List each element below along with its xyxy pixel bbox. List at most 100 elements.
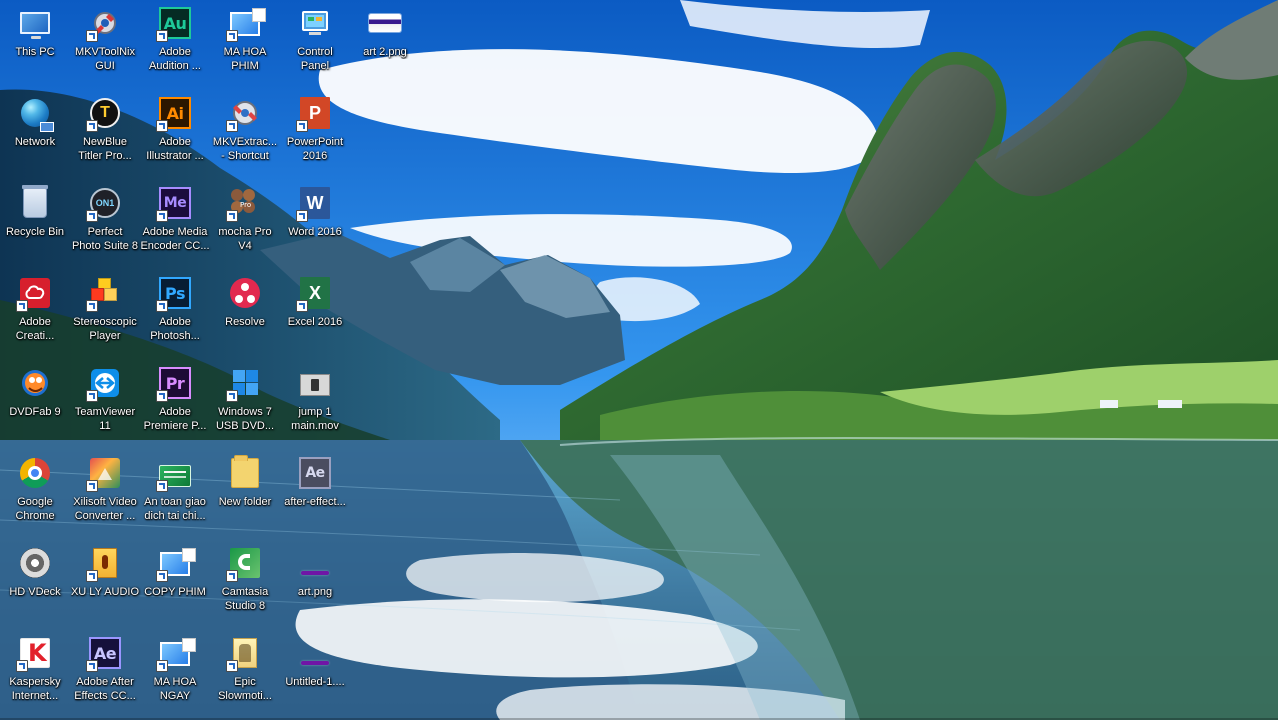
icon-label: Adobe Creati... xyxy=(15,316,55,342)
desktop-icon-xilisoft[interactable]: Xilisoft Video Converter ... xyxy=(70,450,140,540)
desktop-icon-adobe-audition[interactable]: Au Adobe Audition ... xyxy=(140,0,210,90)
desktop-icon-ma-hoa-ngay[interactable]: MA HOA NGAY xyxy=(140,630,210,720)
icon-label: Adobe Illustrator ... xyxy=(146,136,204,162)
empty-grid-cell xyxy=(350,90,420,180)
desktop-icon-dvdfab[interactable]: DVDFab 9 xyxy=(0,360,70,450)
icon-label: NewBlue Titler Pro... xyxy=(78,136,132,162)
desktop-icon-word[interactable]: W Word 2016 xyxy=(280,180,350,270)
desktop-icon-copy-phim[interactable]: COPY PHIM xyxy=(140,540,210,630)
desktop-icon-hd-vdeck[interactable]: HD VDeck xyxy=(0,540,70,630)
desktop-icon-adobe-after-effects[interactable]: Ae Adobe After Effects CC... xyxy=(70,630,140,720)
desktop-icon-after-effects-file[interactable]: Ae after-effect... xyxy=(280,450,350,540)
adobe-after-effects-icon: Ae xyxy=(86,636,122,672)
control-panel-icon xyxy=(298,6,332,40)
desktop-icon-google-chrome[interactable]: Google Chrome xyxy=(0,450,70,540)
desktop-icon-xu-ly-audio[interactable]: XU LY AUDIO xyxy=(70,540,140,630)
desktop-icon-teamviewer[interactable]: TeamViewer 11 xyxy=(70,360,140,450)
icon-label: XU LY AUDIO xyxy=(70,586,140,598)
desktop-icon-this-pc[interactable]: This PC xyxy=(0,0,70,90)
desktop-icon-camtasia[interactable]: Camtasia Studio 8 xyxy=(210,540,280,630)
icon-label: Control Panel xyxy=(297,46,333,72)
png-file-thin-icon xyxy=(298,636,332,670)
desktop-icon-grid: This PC MKVToolNix GUI Au Adobe Audition… xyxy=(0,0,420,720)
desktop-icon-new-folder[interactable]: New folder xyxy=(210,450,280,540)
desktop-icon-powerpoint[interactable]: P PowerPoint 2016 xyxy=(280,90,350,180)
windows-usb-icon xyxy=(226,366,262,402)
folder-icon xyxy=(228,455,262,490)
desktop-icon-bank-security[interactable]: An toan giao dich tai chi... xyxy=(140,450,210,540)
windows-desktop[interactable]: This PC MKVToolNix GUI Au Adobe Audition… xyxy=(0,0,1278,720)
empty-grid-cell xyxy=(350,180,420,270)
icon-label: jump 1 main.mov xyxy=(291,406,339,432)
mkvtoolnix-icon xyxy=(86,6,122,42)
empty-grid-cell xyxy=(350,630,420,720)
empty-grid-cell xyxy=(350,450,420,540)
desktop-icon-adobe-illustrator[interactable]: Ai Adobe Illustrator ... xyxy=(140,90,210,180)
desktop-icon-excel[interactable]: X Excel 2016 xyxy=(280,270,350,360)
bank-security-icon xyxy=(156,456,192,492)
network-icon xyxy=(18,96,54,132)
desktop-icon-perfect-photo-suite[interactable]: ON1 Perfect Photo Suite 8 xyxy=(70,180,140,270)
mocha-pro-icon: Pro xyxy=(226,186,262,222)
this-pc-icon xyxy=(18,6,52,40)
desktop-icon-kaspersky[interactable]: Kaspersky Internet... xyxy=(0,630,70,720)
icon-label: Xilisoft Video Converter ... xyxy=(73,496,137,522)
mkvextract-icon xyxy=(226,96,262,132)
desktop-icon-resolve[interactable]: Resolve xyxy=(210,270,280,360)
icon-label: Adobe Photosh... xyxy=(150,316,200,342)
desktop-icon-epic-slowmotion[interactable]: Epic Slowmoti... xyxy=(210,630,280,720)
icon-label: Kaspersky Internet... xyxy=(9,676,61,702)
icon-label: Stereoscopic Player xyxy=(73,316,137,342)
icon-label: MKVExtrac... - Shortcut xyxy=(212,136,278,162)
icon-label: Perfect Photo Suite 8 xyxy=(71,226,139,252)
icon-label: HD VDeck xyxy=(9,586,61,598)
icon-label: This PC xyxy=(15,46,55,58)
desktop-icon-recycle-bin[interactable]: Recycle Bin xyxy=(0,180,70,270)
icon-label: after-effect... xyxy=(284,496,346,508)
desktop-icon-jump-video[interactable]: jump 1 main.mov xyxy=(280,360,350,450)
icon-label: MA HOA PHIM xyxy=(223,46,267,72)
desktop-icon-control-panel[interactable]: Control Panel xyxy=(280,0,350,90)
desktop-icon-newblue-titler[interactable]: T NewBlue Titler Pro... xyxy=(70,90,140,180)
icon-label: An toan giao dich tai chi... xyxy=(144,496,206,522)
icon-label: Google Chrome xyxy=(15,496,55,522)
adobe-creative-cloud-icon xyxy=(16,276,52,312)
icon-label: art.png xyxy=(297,586,333,598)
icon-label: Excel 2016 xyxy=(287,316,343,328)
desktop-icon-ma-hoa-phim[interactable]: MA HOA PHIM xyxy=(210,0,280,90)
icon-label: Adobe After Effects CC... xyxy=(74,676,136,702)
empty-grid-cell xyxy=(350,360,420,450)
icon-label: Recycle Bin xyxy=(5,226,65,238)
svg-text:Pro: Pro xyxy=(240,201,251,209)
desktop-icon-adobe-premiere[interactable]: Pr Adobe Premiere P... xyxy=(140,360,210,450)
newblue-titler-icon: T xyxy=(86,96,122,132)
icon-label: Epic Slowmoti... xyxy=(218,676,272,702)
perfect-photo-suite-icon: ON1 xyxy=(86,186,122,222)
adobe-audition-icon: Au xyxy=(156,6,192,42)
icon-label: COPY PHIM xyxy=(144,586,206,598)
empty-grid-cell xyxy=(350,540,420,630)
desktop-icon-art-png[interactable]: art.png xyxy=(280,540,350,630)
desktop-icon-mocha-pro[interactable]: Pro mocha Pro V4 xyxy=(210,180,280,270)
desktop-icon-adobe-creative-cloud[interactable]: Adobe Creati... xyxy=(0,270,70,360)
recycle-bin-icon xyxy=(18,185,52,220)
desktop-icon-adobe-photoshop[interactable]: Ps Adobe Photosh... xyxy=(140,270,210,360)
desktop-icon-mkvtoolnix[interactable]: MKVToolNix GUI xyxy=(70,0,140,90)
teamviewer-icon xyxy=(86,366,122,402)
adobe-premiere-icon: Pr xyxy=(156,366,192,402)
stereoscopic-player-icon xyxy=(86,276,122,312)
desktop-icon-stereoscopic-player[interactable]: Stereoscopic Player xyxy=(70,270,140,360)
icon-label: Camtasia Studio 8 xyxy=(221,586,269,612)
desktop-icon-windows-usb-dvd[interactable]: Windows 7 USB DVD... xyxy=(210,360,280,450)
desktop-icon-untitled-1[interactable]: Untitled-1.... xyxy=(280,630,350,720)
icon-label: Adobe Premiere P... xyxy=(143,406,207,432)
desktop-icon-art-2-png[interactable]: art 2.png xyxy=(350,0,420,90)
desktop-icon-mkvextract[interactable]: MKVExtrac... - Shortcut xyxy=(210,90,280,180)
icon-label: Adobe Media Encoder CC... xyxy=(140,226,210,252)
desktop-icon-network[interactable]: Network xyxy=(0,90,70,180)
epic-slowmotion-icon xyxy=(226,636,262,672)
desktop-icon-adobe-media-encoder[interactable]: Me Adobe Media Encoder CC... xyxy=(140,180,210,270)
icon-label: PowerPoint 2016 xyxy=(286,136,344,162)
monitor-shortcut-icon xyxy=(226,6,266,42)
resolve-icon xyxy=(228,276,262,310)
